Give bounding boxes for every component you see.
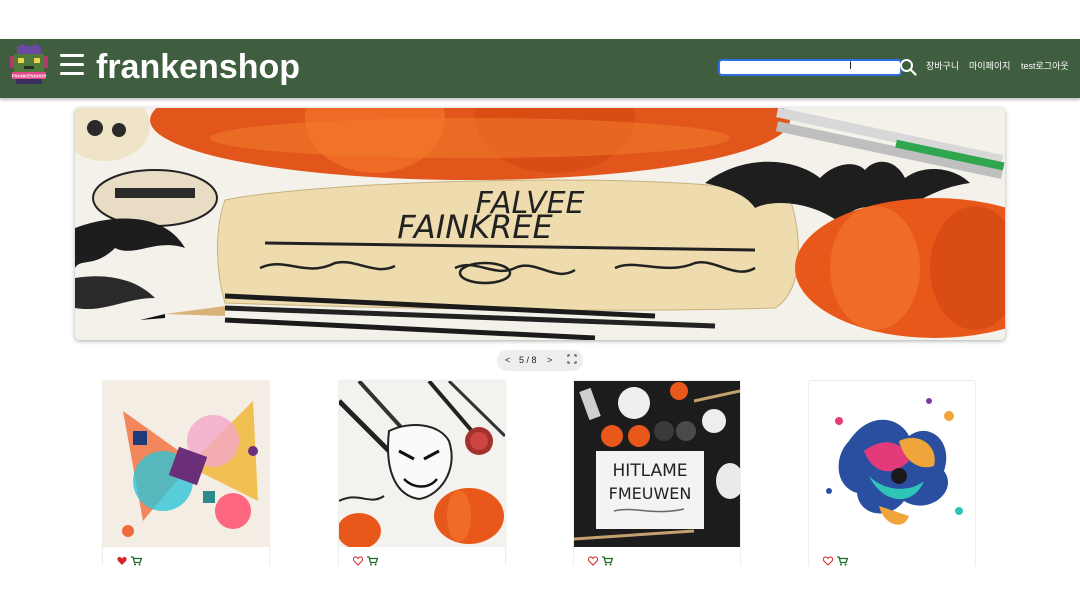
product-image-halloween-sign[interactable]: HITLAME FMEUWEN: [574, 381, 740, 547]
product-card[interactable]: [103, 381, 269, 571]
frankenshop-logo[interactable]: FRANKENSHOP: [8, 44, 50, 86]
cart-icon[interactable]: [131, 556, 143, 566]
brand-title[interactable]: frankenshop: [96, 45, 300, 89]
text-cursor-icon: I: [849, 60, 853, 72]
nav-mypage-link[interactable]: 마이페이지: [969, 60, 1010, 72]
hero-image: FALVEE FAINKREE: [75, 108, 1005, 340]
cart-icon[interactable]: [367, 556, 379, 566]
nav-logout-link[interactable]: test로그아웃: [1021, 60, 1069, 72]
product-image-paint-splash[interactable]: [103, 381, 269, 547]
search-icon[interactable]: [899, 58, 917, 76]
heart-icon-outline[interactable]: [823, 556, 833, 566]
product-card[interactable]: HITLAME FMEUWEN: [574, 381, 740, 571]
viewport-cutoff: [0, 566, 1080, 608]
carousel-counter: 5 / 8: [519, 355, 537, 365]
product-sign-line2: FMEUWEN: [609, 484, 692, 503]
carousel-pager: < 5 / 8 >: [497, 350, 583, 371]
heart-icon-outline[interactable]: [588, 556, 598, 566]
cart-icon[interactable]: [602, 556, 614, 566]
product-image-ink-splash[interactable]: [809, 381, 975, 547]
nav-cart-link[interactable]: 장바구니: [926, 60, 959, 72]
hero-sign-line2: FAINKREE: [397, 208, 553, 246]
heart-icon-outline[interactable]: [353, 556, 363, 566]
heart-icon-filled[interactable]: [117, 556, 127, 566]
search-input[interactable]: [718, 59, 902, 76]
hamburger-menu-icon[interactable]: [60, 54, 84, 76]
carousel-next-button[interactable]: >: [547, 355, 552, 365]
cart-icon[interactable]: [837, 556, 849, 566]
product-card[interactable]: [809, 381, 975, 571]
logo-text: FRANKENSHOP: [12, 74, 47, 79]
product-image-monster-sketch[interactable]: [339, 381, 505, 547]
hero-banner[interactable]: FALVEE FAINKREE: [75, 108, 1005, 340]
product-sign-line1: HITLAME: [612, 461, 687, 481]
top-header: FRANKENSHOP frankenshop I 장바구니 마이페이지 tes…: [0, 39, 1080, 98]
fullscreen-icon[interactable]: [567, 354, 577, 364]
product-card[interactable]: [339, 381, 505, 571]
carousel-prev-button[interactable]: <: [505, 355, 510, 365]
